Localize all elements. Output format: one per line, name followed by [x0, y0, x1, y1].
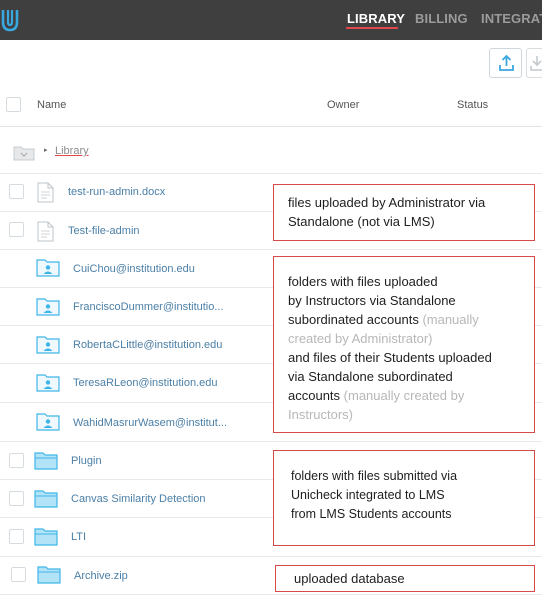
- download-icon: [530, 56, 542, 71]
- folder-icon: [34, 490, 58, 508]
- folder-name[interactable]: TeresaRLeon@institution.edu: [73, 377, 217, 389]
- breadcrumb-arrow: ▸: [44, 147, 48, 154]
- upload-button[interactable]: [489, 48, 522, 78]
- nav-integrations[interactable]: INTEGRAT: [481, 11, 542, 26]
- user-folder-icon: [36, 298, 60, 316]
- note-muted-text: created by Administrator): [288, 331, 433, 346]
- nav-billing[interactable]: BILLING: [415, 11, 468, 26]
- row-checkbox[interactable]: [9, 491, 24, 506]
- note-text: subordinated accounts: [288, 312, 423, 327]
- file-name[interactable]: test-run-admin.docx: [68, 186, 165, 198]
- document-icon: [37, 182, 54, 203]
- column-status-header[interactable]: Status: [457, 99, 488, 111]
- note-text: Unicheck integrated to LMS: [291, 488, 445, 502]
- note-text: uploaded database: [294, 571, 405, 586]
- note-text: from LMS Students accounts: [291, 507, 452, 521]
- folder-name[interactable]: RobertaCLittle@institution.edu: [73, 339, 222, 351]
- row-checkbox[interactable]: [11, 567, 26, 582]
- file-name[interactable]: Test-file-admin: [68, 225, 140, 237]
- note-lms-folders: folders with files submitted via Unichec…: [273, 450, 535, 546]
- active-tab-indicator: [346, 27, 398, 29]
- upload-icon: [499, 54, 514, 71]
- note-muted-text: (manually created by: [343, 388, 465, 403]
- row-checkbox[interactable]: [9, 184, 24, 199]
- unicheck-logo-icon[interactable]: [0, 6, 22, 34]
- select-all-checkbox[interactable]: [6, 97, 21, 112]
- row-checkbox[interactable]: [9, 529, 24, 544]
- note-muted-text: (manually: [422, 312, 479, 327]
- note-text: accounts: [288, 388, 344, 403]
- column-name-header[interactable]: Name: [37, 99, 66, 111]
- note-text: folders with files uploaded: [288, 274, 438, 289]
- folder-name[interactable]: FranciscoDummer@institutio...: [73, 301, 224, 313]
- note-text: and files of their Students uploaded: [288, 350, 492, 365]
- note-text: Standalone (not via LMS): [288, 214, 435, 229]
- row-checkbox[interactable]: [9, 222, 24, 237]
- download-button[interactable]: [526, 48, 542, 78]
- folder-icon: [37, 566, 61, 584]
- row-checkbox[interactable]: [9, 453, 24, 468]
- note-text: via Standalone subordinated: [288, 369, 453, 384]
- document-icon: [37, 221, 54, 242]
- user-folder-icon: [36, 259, 60, 277]
- folder-name[interactable]: LTI: [71, 531, 86, 543]
- folder-icon: [34, 528, 58, 546]
- column-owner-header[interactable]: Owner: [327, 99, 359, 111]
- folder-name[interactable]: Canvas Similarity Detection: [71, 493, 206, 505]
- folder-icon: [34, 452, 58, 470]
- folder-up-icon[interactable]: [13, 144, 35, 161]
- note-text: files uploaded by Administrator via: [288, 195, 486, 210]
- user-folder-icon: [36, 413, 60, 431]
- user-folder-icon: [36, 374, 60, 392]
- note-text: by Instructors via Standalone: [288, 293, 456, 308]
- note-instructor-folders: folders with files uploaded by Instructo…: [273, 256, 535, 433]
- folder-name[interactable]: WahidMasrurWasem@institut...: [73, 417, 227, 429]
- nav-library[interactable]: LIBRARY: [347, 11, 405, 26]
- user-folder-icon: [36, 336, 60, 354]
- folder-name[interactable]: CuiChou@institution.edu: [73, 263, 195, 275]
- note-muted-text: Instructors): [288, 407, 354, 422]
- table-header: Name Owner Status: [0, 86, 542, 127]
- note-admin-files: files uploaded by Administrator via Stan…: [273, 184, 535, 241]
- folder-name[interactable]: Archive.zip: [74, 570, 128, 582]
- note-uploaded-database: uploaded database: [275, 565, 535, 592]
- breadcrumb-library-link[interactable]: Library: [55, 145, 89, 157]
- folder-name[interactable]: Plugin: [71, 455, 102, 467]
- note-text: folders with files submitted via: [291, 469, 458, 483]
- top-navigation-bar: LIBRARY BILLING INTEGRAT: [0, 0, 542, 40]
